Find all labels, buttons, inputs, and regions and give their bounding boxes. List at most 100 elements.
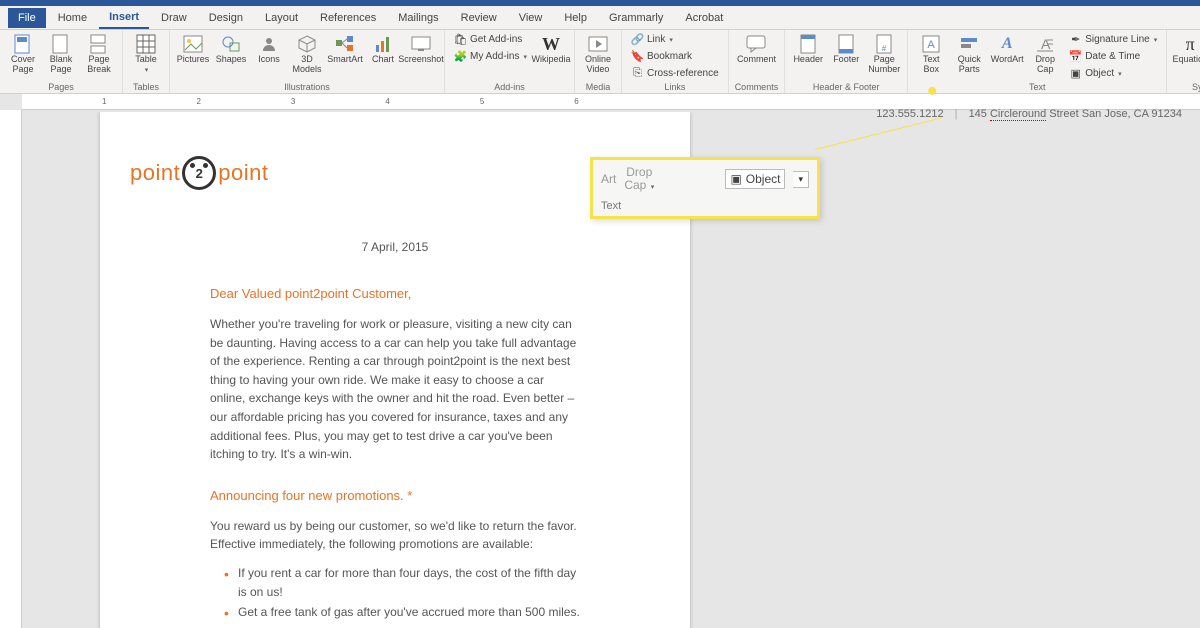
header-button[interactable]: Header (791, 32, 825, 65)
tab-acrobat[interactable]: Acrobat (675, 8, 733, 28)
text-box-button[interactable]: AText Box (914, 32, 948, 75)
group-label-pages: Pages (48, 82, 74, 92)
group-label-addins: Add-ins (494, 82, 525, 92)
quick-parts-button[interactable]: Quick Parts (952, 32, 986, 75)
tab-review[interactable]: Review (451, 8, 507, 28)
cover-page-icon (13, 34, 33, 54)
list-item: Get a free tank of gas after you've accr… (228, 603, 580, 622)
group-text: AText Box Quick Parts AWordArt ADrop Cap… (908, 30, 1167, 93)
list-item: Rent any car for 10+ full days, and get … (228, 624, 580, 628)
tab-view[interactable]: View (509, 8, 553, 28)
pictures-button[interactable]: Pictures (176, 32, 210, 65)
object-dropdown-zoom[interactable]: ▾ (793, 171, 809, 188)
chevron-down-icon: ▾ (1118, 70, 1122, 78)
logo: point 2 point (130, 156, 580, 190)
drop-cap-label[interactable]: DropCap ▾ (624, 166, 654, 192)
promotions-list: If you rent a car for more than four day… (228, 564, 580, 628)
signature-line-button[interactable]: ✒Signature Line▾ (1066, 32, 1160, 47)
cube-icon (297, 34, 317, 54)
online-video-button[interactable]: Online Video (581, 32, 615, 75)
tab-file[interactable]: File (8, 8, 46, 28)
tab-layout[interactable]: Layout (255, 8, 308, 28)
group-label-text: Text (1029, 82, 1046, 92)
tab-help[interactable]: Help (554, 8, 597, 28)
icons-button[interactable]: Icons (252, 32, 286, 65)
tab-home[interactable]: Home (48, 8, 97, 28)
wikipedia-button[interactable]: WWikipedia (534, 32, 568, 65)
addins-icon: 🧩 (454, 50, 467, 63)
table-icon (136, 34, 156, 54)
group-label-tables: Tables (133, 82, 159, 92)
smartart-button[interactable]: SmartArt (328, 32, 362, 65)
callout-group-label: Text (601, 200, 809, 212)
tab-draw[interactable]: Draw (151, 8, 197, 28)
table-button[interactable]: Table▾ (129, 32, 163, 74)
object-icon: ▣ (730, 172, 741, 186)
group-label-media: Media (586, 82, 611, 92)
bookmark-button[interactable]: 🔖Bookmark (628, 49, 722, 64)
wordart-label-fragment: Art (601, 172, 616, 186)
screenshot-button[interactable]: Screenshot (404, 32, 438, 65)
page-break-icon (89, 34, 109, 54)
equation-icon: π (1180, 34, 1200, 54)
get-addins-button[interactable]: 🛍Get Add-ins (451, 32, 530, 47)
object-button-zoom[interactable]: ▣Object (725, 169, 785, 189)
drop-cap-button[interactable]: ADrop Cap (1028, 32, 1062, 75)
signature-icon: ✒ (1069, 33, 1082, 46)
group-header-footer: Header Footer #Page Number Header & Foot… (785, 30, 908, 93)
3d-models-button[interactable]: 3D Models (290, 32, 324, 75)
document-date: 7 April, 2015 (210, 240, 580, 254)
tab-references[interactable]: References (310, 8, 386, 28)
salutation: Dear Valued point2point Customer, (210, 286, 580, 301)
chevron-down-icon: ▾ (669, 36, 673, 44)
page-number-icon: # (874, 34, 894, 54)
xref-icon: ⎘ (631, 67, 644, 80)
page-break-button[interactable]: Page Break (82, 32, 116, 75)
group-media: Online Video Media (575, 30, 622, 93)
tab-grammarly[interactable]: Grammarly (599, 8, 673, 28)
ribbon: Cover Page Blank Page Page Break Pages T… (0, 30, 1200, 94)
list-item: If you rent a car for more than four day… (228, 564, 580, 601)
object-button[interactable]: ▣Object▾ (1066, 66, 1160, 81)
text-box-icon: A (921, 34, 941, 54)
paragraph-1: Whether you're traveling for work or ple… (210, 315, 580, 464)
cross-reference-button[interactable]: ⎘Cross-reference (628, 66, 722, 81)
footer-button[interactable]: Footer (829, 32, 863, 65)
tab-insert[interactable]: Insert (99, 7, 149, 29)
group-label-comments: Comments (735, 82, 779, 92)
my-addins-button[interactable]: 🧩My Add-ins▾ (451, 49, 530, 64)
ribbon-tabs: File Home Insert Draw Design Layout Refe… (0, 6, 1200, 30)
announcement-heading: Announcing four new promotions. * (210, 488, 580, 503)
cover-page-button[interactable]: Cover Page (6, 32, 40, 75)
group-addins: 🛍Get Add-ins 🧩My Add-ins▾ WWikipedia Add… (445, 30, 575, 93)
chart-button[interactable]: Chart (366, 32, 400, 65)
equation-button[interactable]: πEquation (1173, 32, 1200, 65)
callout-zoom: Art DropCap ▾ ▣Object ▾ Text (590, 157, 820, 219)
icons-icon (259, 34, 279, 54)
svg-text:A: A (928, 39, 936, 51)
wikipedia-icon: W (541, 34, 561, 54)
quick-parts-icon (959, 34, 979, 54)
shapes-button[interactable]: Shapes (214, 32, 248, 65)
blank-page-button[interactable]: Blank Page (44, 32, 78, 75)
group-illustrations: Pictures Shapes Icons 3D Models SmartArt… (170, 30, 445, 93)
drop-cap-icon: A (1035, 34, 1055, 54)
group-label-links: Links (664, 82, 685, 92)
tab-design[interactable]: Design (199, 8, 253, 28)
bookmark-icon: 🔖 (631, 50, 644, 63)
tab-mailings[interactable]: Mailings (388, 8, 448, 28)
page-number-button[interactable]: #Page Number (867, 32, 901, 75)
workspace: 123456 123.555.1212 | 145 Circleround St… (0, 94, 1200, 628)
date-time-button[interactable]: 📅Date & Time (1066, 49, 1160, 64)
logo-text-left: point (130, 160, 180, 186)
paragraph-2: You reward us by being our customer, so … (210, 517, 580, 554)
group-tables: Table▾ Tables (123, 30, 170, 93)
store-icon: 🛍 (454, 33, 467, 46)
link-button[interactable]: 🔗Link▾ (628, 32, 722, 47)
ruler-vertical (0, 110, 22, 628)
wordart-button[interactable]: AWordArt (990, 32, 1024, 65)
group-pages: Cover Page Blank Page Page Break Pages (0, 30, 123, 93)
footer-icon (836, 34, 856, 54)
link-icon: 🔗 (631, 33, 644, 46)
comment-button[interactable]: Comment (739, 32, 773, 65)
